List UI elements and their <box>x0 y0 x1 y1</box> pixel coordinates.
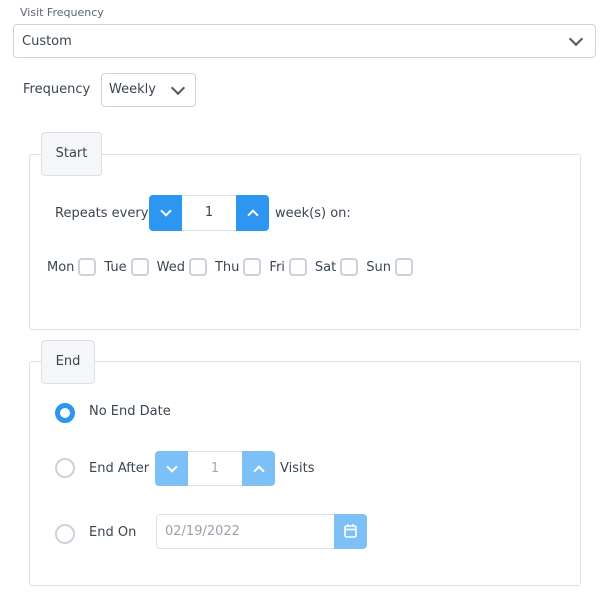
repeats-stepper: 1 <box>149 195 269 231</box>
radio-end-on[interactable] <box>55 524 75 544</box>
end-after-stepper: 1 <box>155 451 275 486</box>
day-label: Sat <box>314 259 337 275</box>
day-sat: Sat <box>315 258 366 276</box>
radio-end-after[interactable] <box>55 458 75 478</box>
day-fri: Fri <box>269 258 315 276</box>
no-end-date-label: No End Date <box>89 404 171 419</box>
end-on-date-input[interactable]: 02/19/2022 <box>156 514 334 549</box>
calendar-button[interactable] <box>334 514 367 549</box>
repeats-every-label: Repeats every <box>55 206 149 221</box>
calendar-icon <box>344 524 357 538</box>
visit-frequency-label: Visit Frequency <box>20 6 104 19</box>
frequency-select[interactable]: Weekly <box>101 73 196 107</box>
chevron-up-icon <box>253 465 265 477</box>
visit-frequency-select[interactable]: Custom <box>13 24 596 58</box>
checkbox-thu[interactable] <box>243 258 262 276</box>
chevron-down-icon <box>568 31 584 47</box>
end-after-decrement-button[interactable] <box>155 451 188 486</box>
checkbox-sun[interactable] <box>394 258 413 276</box>
end-after-increment-button[interactable] <box>242 451 275 486</box>
end-legend: End <box>41 340 95 384</box>
weekday-checkboxes: Mon Tue Wed Thu Fri Sat Sun <box>47 258 421 276</box>
frequency-label: Frequency <box>23 82 91 97</box>
day-tue: Tue <box>104 258 156 276</box>
repeats-suffix: week(s) on: <box>275 206 351 221</box>
day-label: Mon <box>47 259 75 275</box>
end-after-input[interactable]: 1 <box>188 451 242 486</box>
day-label: Wed <box>156 259 185 275</box>
day-mon: Mon <box>47 258 104 276</box>
repeats-input[interactable]: 1 <box>182 195 236 231</box>
repeats-decrement-button[interactable] <box>149 195 182 231</box>
chevron-down-icon <box>170 80 186 96</box>
checkbox-fri[interactable] <box>288 258 307 276</box>
day-label: Tue <box>104 259 127 275</box>
chevron-down-icon <box>166 461 178 473</box>
start-fieldset <box>29 154 581 330</box>
day-sun: Sun <box>366 258 421 276</box>
repeats-increment-button[interactable] <box>236 195 269 231</box>
frequency-value: Weekly <box>109 82 156 97</box>
day-label: Fri <box>269 259 285 275</box>
visit-frequency-value: Custom <box>22 34 72 49</box>
checkbox-tue[interactable] <box>130 258 149 276</box>
checkbox-mon[interactable] <box>78 258 97 276</box>
start-legend: Start <box>41 132 102 176</box>
day-thu: Thu <box>215 258 269 276</box>
end-after-suffix: Visits <box>280 461 315 476</box>
chevron-down-icon <box>160 205 172 217</box>
chevron-up-icon <box>247 209 259 221</box>
radio-no-end-date[interactable] <box>55 403 75 423</box>
day-wed: Wed <box>157 258 215 276</box>
checkbox-wed[interactable] <box>188 258 207 276</box>
end-after-label: End After <box>89 461 150 476</box>
end-on-label: End On <box>89 525 137 540</box>
day-label: Sun <box>366 259 391 275</box>
day-label: Thu <box>214 259 240 275</box>
checkbox-sat[interactable] <box>340 258 359 276</box>
